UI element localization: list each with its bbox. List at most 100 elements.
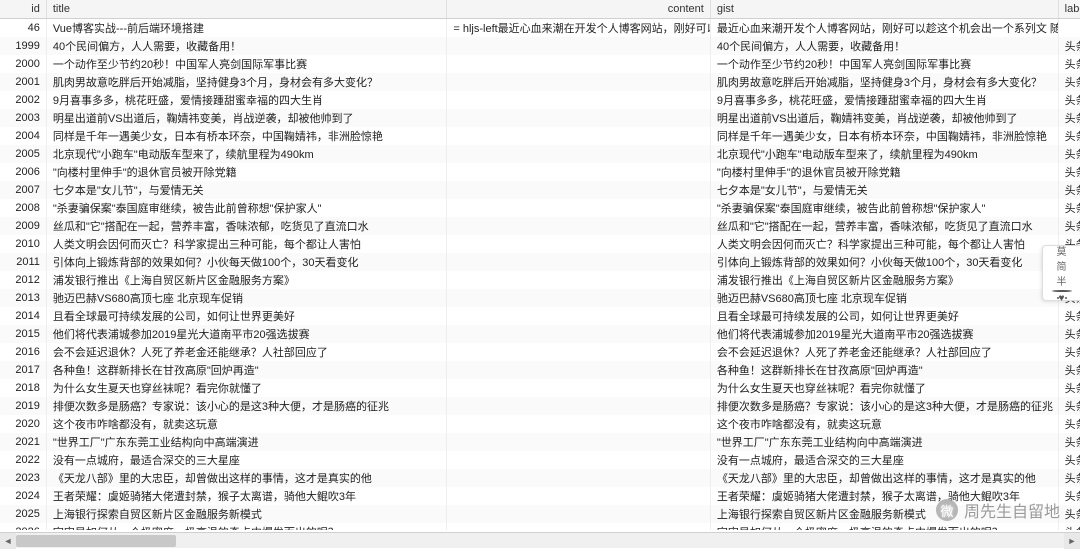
cell-title[interactable]: 引体向上锻炼背部的效果如何？小伙每天做100个，30天看变化 bbox=[46, 253, 447, 271]
cell-title[interactable]: "杀妻骗保案"泰国庭审继续，被告此前曾称想"保护家人" bbox=[46, 199, 447, 217]
cell-id[interactable]: 2021 bbox=[0, 433, 46, 451]
data-grid[interactable]: id title content gist labels created_dat… bbox=[0, 0, 1080, 530]
cell-gist[interactable]: 排便次数多是肠癌？专家说：该小心的是这3种大便，才是肠癌的征兆 bbox=[710, 397, 1058, 415]
cell-id[interactable]: 2020 bbox=[0, 415, 46, 433]
cell-id[interactable]: 2014 bbox=[0, 307, 46, 325]
cell-id[interactable]: 46 bbox=[0, 18, 46, 37]
cell-content[interactable] bbox=[447, 235, 710, 253]
cell-content[interactable] bbox=[447, 415, 710, 433]
table-row[interactable]: 2019排便次数多是肠癌？专家说：该小心的是这3种大便，才是肠癌的征兆排便次数多… bbox=[0, 397, 1080, 415]
cell-id[interactable]: 2007 bbox=[0, 181, 46, 199]
cell-labels[interactable]: 头条 bbox=[1058, 379, 1080, 397]
cell-title[interactable]: 《天龙八部》里的大忠臣，却曾做出这样的事情，这才是真实的他 bbox=[46, 469, 447, 487]
table-row[interactable]: 2001肌肉男故意吃胖后开始减脂，坚持健身3个月，身材会有多大变化？肌肉男故意吃… bbox=[0, 73, 1080, 91]
cell-gist[interactable]: 明星出道前VS出道后，鞠婧祎变美，肖战逆袭，却被他帅到了 bbox=[710, 109, 1058, 127]
cell-content[interactable] bbox=[447, 181, 710, 199]
cell-labels[interactable]: 头条 bbox=[1058, 73, 1080, 91]
scroll-track[interactable] bbox=[16, 533, 1064, 548]
cell-content[interactable] bbox=[447, 163, 710, 181]
cell-content[interactable]: = hljs-left最近心血来潮在开发个人博客网站，刚好可以趁这个 bbox=[447, 18, 710, 37]
cell-title[interactable]: 他们将代表浦城参加2019星光大道南平市20强选拔赛 bbox=[46, 325, 447, 343]
cell-id[interactable]: 2019 bbox=[0, 397, 46, 415]
cell-gist[interactable]: 一个动作至少节约20秒！中国军人亮剑国际军事比赛 bbox=[710, 55, 1058, 73]
table-row[interactable]: 46Vue博客实战---前后端环境搭建= hljs-left最近心血来潮在开发个… bbox=[0, 18, 1080, 37]
table-row[interactable]: 2008"杀妻骗保案"泰国庭审继续，被告此前曾称想"保护家人""杀妻骗保案"泰国… bbox=[0, 199, 1080, 217]
cell-title[interactable]: 王者荣耀：虞姬骑猪大佬遭封禁，猴子太离谱，骑他大鲲吹3年 bbox=[46, 487, 447, 505]
cell-content[interactable] bbox=[447, 343, 710, 361]
cell-content[interactable] bbox=[447, 361, 710, 379]
table-row[interactable]: 2015他们将代表浦城参加2019星光大道南平市20强选拔赛他们将代表浦城参加2… bbox=[0, 325, 1080, 343]
cell-content[interactable] bbox=[447, 73, 710, 91]
cell-id[interactable]: 2015 bbox=[0, 325, 46, 343]
table-row[interactable]: 2022没有一点城府，最适合深交的三大星座没有一点城府，最适合深交的三大星座头条… bbox=[0, 451, 1080, 469]
cell-title[interactable]: 驰迈巴赫VS680高顶七座 北京现车促销 bbox=[46, 289, 447, 307]
cell-content[interactable] bbox=[447, 325, 710, 343]
table-row[interactable]: 199940个民间偏方，人人需要，收藏备用！40个民间偏方，人人需要，收藏备用！… bbox=[0, 37, 1080, 55]
cell-gist[interactable]: 最近心血来潮开发个人博客网站，刚好可以趁这个机会出一个系列文 随笔 bbox=[710, 18, 1058, 37]
cell-content[interactable] bbox=[447, 127, 710, 145]
cell-title[interactable]: 同样是千年一遇美少女，日本有桥本环奈，中国鞠婧祎，非洲脸惊艳 bbox=[46, 127, 447, 145]
cell-labels[interactable]: 头条 bbox=[1058, 163, 1080, 181]
cell-gist[interactable]: 9月喜事多多，桃花旺盛，爱情接踵甜蜜幸福的四大生肖 bbox=[710, 91, 1058, 109]
cell-content[interactable] bbox=[447, 199, 710, 217]
cell-id[interactable]: 2010 bbox=[0, 235, 46, 253]
cell-content[interactable] bbox=[447, 91, 710, 109]
table-row[interactable]: 20029月喜事多多，桃花旺盛，爱情接踵甜蜜幸福的四大生肖9月喜事多多，桃花旺盛… bbox=[0, 91, 1080, 109]
table-row[interactable]: 2026宇宙是如何从一个极密度、极高温的奇点中爆发而出的呢？宇宙是如何从一个极密… bbox=[0, 523, 1080, 531]
cell-id[interactable]: 2013 bbox=[0, 289, 46, 307]
cell-labels[interactable]: 头条 bbox=[1058, 325, 1080, 343]
cell-id[interactable]: 2004 bbox=[0, 127, 46, 145]
float-sidebar-widget[interactable]: 莫 简 半 ♥ bbox=[1042, 245, 1080, 301]
cell-title[interactable]: 40个民间偏方，人人需要，收藏备用！ bbox=[46, 37, 447, 55]
col-header-id[interactable]: id bbox=[0, 0, 46, 18]
scroll-left-arrow-icon[interactable]: ◄ bbox=[0, 533, 16, 549]
col-header-title[interactable]: title bbox=[46, 0, 447, 18]
cell-gist[interactable]: "世界工厂"广东东莞工业结构向中高端演进 bbox=[710, 433, 1058, 451]
cell-gist[interactable]: 驰迈巴赫VS680高顶七座 北京现车促销 bbox=[710, 289, 1058, 307]
table-row[interactable]: 2017各种鱼！这群新排长在甘孜高原"回炉再造"各种鱼！这群新排长在甘孜高原"回… bbox=[0, 361, 1080, 379]
cell-id[interactable]: 2011 bbox=[0, 253, 46, 271]
col-header-content[interactable]: content bbox=[447, 0, 710, 18]
horizontal-scrollbar[interactable]: ◄ ► bbox=[0, 532, 1080, 548]
table-row[interactable]: 2025上海银行探索自贸区新片区金融服务新模式上海银行探索自贸区新片区金融服务新… bbox=[0, 505, 1080, 523]
cell-labels[interactable]: 头条 bbox=[1058, 433, 1080, 451]
scroll-right-arrow-icon[interactable]: ► bbox=[1064, 533, 1080, 549]
cell-gist[interactable]: 丝瓜和"它"搭配在一起，营养丰富，香味浓郁，吃货见了直流口水 bbox=[710, 217, 1058, 235]
cell-id[interactable]: 2012 bbox=[0, 271, 46, 289]
cell-labels[interactable]: 头条 bbox=[1058, 307, 1080, 325]
cell-labels[interactable]: 头条 bbox=[1058, 397, 1080, 415]
cell-gist[interactable]: 这个夜市咋啥都没有，就卖这玩意 bbox=[710, 415, 1058, 433]
cell-labels[interactable]: 头条 bbox=[1058, 55, 1080, 73]
cell-title[interactable]: 上海银行探索自贸区新片区金融服务新模式 bbox=[46, 505, 447, 523]
cell-gist[interactable]: "杀妻骗保案"泰国庭审继续，被告此前曾称想"保护家人" bbox=[710, 199, 1058, 217]
cell-title[interactable]: 没有一点城府，最适合深交的三大星座 bbox=[46, 451, 447, 469]
cell-content[interactable] bbox=[447, 487, 710, 505]
cell-id[interactable]: 2026 bbox=[0, 523, 46, 531]
cell-content[interactable] bbox=[447, 397, 710, 415]
cell-id[interactable]: 2018 bbox=[0, 379, 46, 397]
cell-labels[interactable]: 头条 bbox=[1058, 127, 1080, 145]
cell-labels[interactable]: 头条 bbox=[1058, 343, 1080, 361]
cell-gist[interactable]: 浦发银行推出《上海自贸区新片区金融服务方案》 bbox=[710, 271, 1058, 289]
cell-labels[interactable]: 头条 bbox=[1058, 109, 1080, 127]
cell-content[interactable] bbox=[447, 289, 710, 307]
cell-gist[interactable]: 肌肉男故意吃胖后开始减脂，坚持健身3个月，身材会有多大变化？ bbox=[710, 73, 1058, 91]
cell-id[interactable]: 2002 bbox=[0, 91, 46, 109]
table-row[interactable]: 2021"世界工厂"广东东莞工业结构向中高端演进"世界工厂"广东东莞工业结构向中… bbox=[0, 433, 1080, 451]
cell-gist[interactable]: 人类文明会因何而灭亡？科学家提出三种可能，每个都让人害怕 bbox=[710, 235, 1058, 253]
cell-title[interactable]: 这个夜市咋啥都没有，就卖这玩意 bbox=[46, 415, 447, 433]
cell-id[interactable]: 2016 bbox=[0, 343, 46, 361]
cell-labels[interactable]: 头条 bbox=[1058, 217, 1080, 235]
cell-id[interactable]: 2009 bbox=[0, 217, 46, 235]
cell-title[interactable]: 北京现代"小跑车"电动版车型来了，续航里程为490km bbox=[46, 145, 447, 163]
table-row[interactable]: 2020这个夜市咋啥都没有，就卖这玩意这个夜市咋啥都没有，就卖这玩意头条2019… bbox=[0, 415, 1080, 433]
cell-gist[interactable]: 会不会延迟退休？人死了养老金还能继承？人社部回应了 bbox=[710, 343, 1058, 361]
cell-title[interactable]: 且看全球最可持续发展的公司，如何让世界更美好 bbox=[46, 307, 447, 325]
cell-title[interactable]: 七夕本是"女儿节"，与爱情无关 bbox=[46, 181, 447, 199]
cell-labels[interactable]: 头条 bbox=[1058, 415, 1080, 433]
cell-content[interactable] bbox=[447, 469, 710, 487]
cell-gist[interactable]: 没有一点城府，最适合深交的三大星座 bbox=[710, 451, 1058, 469]
cell-content[interactable] bbox=[447, 505, 710, 523]
table-row[interactable]: 2010人类文明会因何而灭亡？科学家提出三种可能，每个都让人害怕人类文明会因何而… bbox=[0, 235, 1080, 253]
cell-gist[interactable]: 他们将代表浦城参加2019星光大道南平市20强选拔赛 bbox=[710, 325, 1058, 343]
